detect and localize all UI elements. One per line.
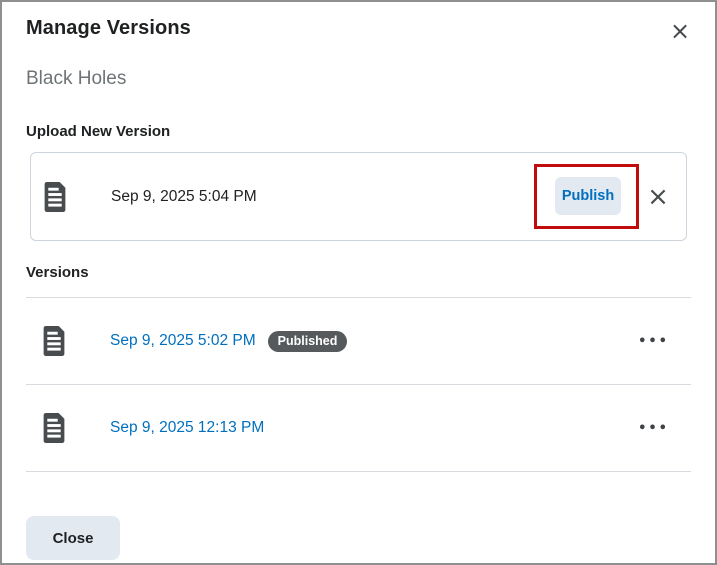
document-icon	[43, 182, 67, 212]
version-context-menu-icon[interactable]: •••	[638, 334, 669, 349]
pending-upload-date: Sep 9, 2025 5:04 PM	[111, 188, 534, 206]
version-context-menu-icon[interactable]: •••	[638, 421, 669, 436]
versions-section-heading: Versions	[26, 264, 691, 281]
document-icon	[42, 413, 66, 443]
dialog-close-icon[interactable]: ×	[665, 16, 695, 46]
upload-section-heading: Upload New Version	[26, 123, 691, 140]
version-row: Sep 9, 2025 5:02 PM Published •••	[26, 298, 691, 384]
version-row: Sep 9, 2025 12:13 PM •••	[26, 385, 691, 471]
close-button[interactable]: Close	[26, 516, 120, 560]
document-icon	[42, 326, 66, 356]
file-name-subtitle: Black Holes	[26, 68, 691, 90]
red-highlight-annotation: Publish	[534, 164, 639, 229]
publish-button[interactable]: Publish	[555, 177, 621, 215]
pending-upload-card: Sep 9, 2025 5:04 PM Publish ×	[30, 152, 687, 241]
dialog-title: Manage Versions	[26, 2, 691, 40]
version-date-link[interactable]: Sep 9, 2025 5:02 PM	[110, 332, 256, 350]
divider	[26, 471, 691, 472]
manage-versions-dialog: Manage Versions × Black Holes Upload New…	[0, 0, 717, 565]
remove-upload-icon[interactable]: ×	[646, 184, 670, 210]
published-status-badge: Published	[268, 331, 348, 352]
version-date-link[interactable]: Sep 9, 2025 12:13 PM	[110, 419, 264, 437]
